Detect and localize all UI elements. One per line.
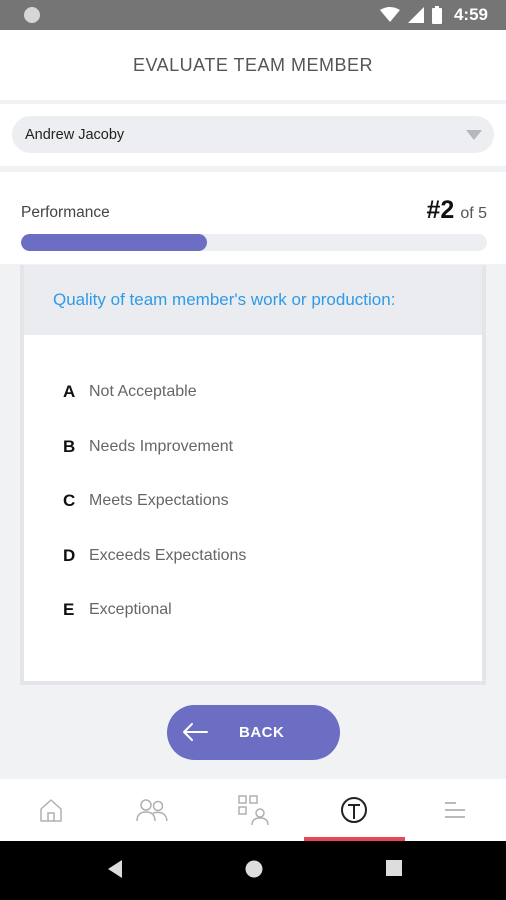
back-button[interactable]: BACK [167, 705, 340, 760]
nav-team[interactable] [101, 779, 202, 841]
nav-menu[interactable] [405, 779, 506, 841]
wifi-icon [379, 7, 400, 22]
battery-icon [431, 6, 442, 24]
option-letter: C [63, 491, 76, 511]
option-letter: B [63, 436, 76, 456]
answer-option-b[interactable]: B Needs Improvement [24, 420, 482, 475]
counter-total: of 5 [460, 205, 487, 222]
status-bar: 4:59 [0, 0, 506, 30]
answer-options: A Not Acceptable B Needs Improvement C M… [24, 335, 482, 638]
option-text: Not Acceptable [89, 383, 197, 401]
member-select-dropdown[interactable]: Andrew Jacoby [12, 116, 494, 153]
progress-bar [21, 234, 487, 251]
signal-icon [407, 7, 424, 23]
member-select-area: Andrew Jacoby [0, 104, 506, 166]
question-text: Quality of team member's work or product… [53, 290, 396, 309]
bottom-nav [0, 779, 506, 841]
page-title: EVALUATE TEAM MEMBER [132, 54, 374, 75]
option-text: Exceeds Expectations [89, 546, 247, 564]
member-select-value: Andrew Jacoby [25, 126, 125, 143]
option-letter: A [63, 382, 76, 402]
back-button-label: BACK [239, 724, 285, 741]
progress-fill [21, 234, 208, 251]
menu-icon [445, 802, 466, 818]
progress-section: Performance #2 of 5 [0, 172, 506, 264]
team-icon [136, 799, 168, 822]
question-header: Quality of team member's work or product… [24, 265, 482, 335]
nav-home[interactable] [0, 779, 101, 841]
section-label: Performance [21, 204, 110, 221]
home-circle-icon[interactable] [244, 859, 264, 879]
answer-option-a[interactable]: A Not Acceptable [24, 365, 482, 420]
option-text: Exceptional [89, 601, 172, 619]
option-text: Meets Expectations [89, 492, 229, 510]
option-letter: D [63, 545, 76, 565]
answer-option-d[interactable]: D Exceeds Expectations [24, 529, 482, 584]
nav-qr-profile[interactable] [202, 779, 303, 841]
counter-current: #2 [426, 196, 455, 224]
question-card: Quality of team member's work or product… [20, 265, 486, 685]
answer-option-e[interactable]: E Exceptional [24, 583, 482, 638]
system-nav-bar [0, 841, 506, 900]
home-icon [39, 799, 62, 822]
status-time: 4:59 [453, 5, 488, 24]
option-letter: E [63, 600, 75, 620]
app-header: EVALUATE TEAM MEMBER [0, 30, 506, 100]
arrow-left-icon [183, 723, 208, 741]
option-text: Needs Improvement [89, 437, 234, 455]
back-triangle-icon[interactable] [106, 859, 124, 879]
answer-option-c[interactable]: C Meets Expectations [24, 474, 482, 529]
evaluate-icon [341, 797, 368, 823]
notification-dot-icon [24, 7, 40, 23]
qr-profile-icon [238, 795, 269, 826]
recents-square-icon[interactable] [385, 859, 403, 877]
nav-evaluate[interactable] [303, 779, 405, 841]
chevron-down-icon [466, 130, 482, 140]
question-counter: #2 of 5 [427, 196, 488, 225]
status-icons: 4:59 [379, 4, 488, 26]
